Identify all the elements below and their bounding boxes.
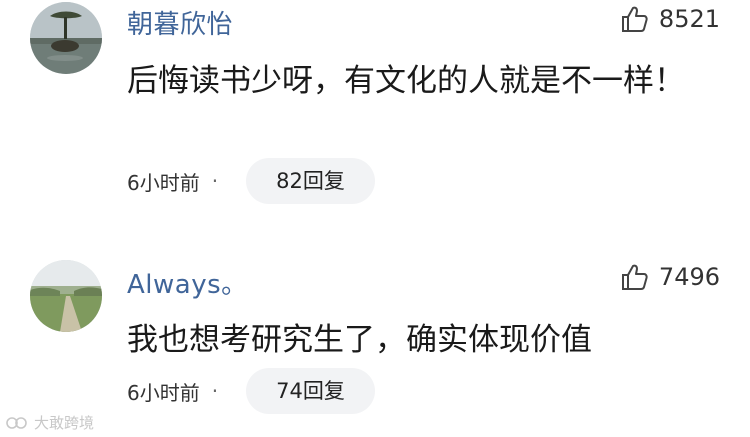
avatar-lake-tree-icon [30, 2, 102, 74]
watermark-text: 大敢跨境 [34, 414, 95, 432]
like-button[interactable]: 7496 [619, 262, 720, 292]
like-count: 8521 [658, 5, 720, 33]
thumbs-up-icon [621, 6, 648, 32]
comment-meta: 6小时前 · 74回复 [127, 368, 375, 414]
avatar[interactable] [30, 2, 102, 74]
like-count: 7496 [658, 263, 720, 291]
watermark: 大敢跨境 [6, 412, 94, 433]
comments-page: 朝暮欣怡 8521 后悔读书少呀，有文化的人就是不一样！ 6小时前 · 82回复 [0, 0, 750, 437]
comment-item: Always。 7496 我也想考研究生了，确实体现价值 6小时前 · 74回复 [0, 248, 750, 437]
avatar[interactable] [30, 260, 102, 332]
watermark-logo-icon [6, 416, 27, 429]
comment-meta: 6小时前 · 82回复 [127, 158, 375, 204]
timestamp: 6小时前 [127, 380, 200, 405]
separator-dot: · [211, 169, 219, 193]
username[interactable]: Always。 [127, 264, 248, 301]
comment-item: 朝暮欣怡 8521 后悔读书少呀，有文化的人就是不一样！ 6小时前 · 82回复 [0, 0, 750, 215]
thumbs-up-icon [621, 264, 648, 290]
comment-text: 后悔读书少呀，有文化的人就是不一样！ [127, 63, 685, 99]
reply-button[interactable]: 74回复 [246, 368, 375, 414]
username[interactable]: 朝暮欣怡 [127, 4, 233, 41]
avatar-field-road-icon [30, 260, 102, 332]
separator-dot: · [211, 379, 219, 403]
like-button[interactable]: 8521 [619, 4, 720, 34]
timestamp: 6小时前 [127, 170, 200, 195]
reply-button[interactable]: 82回复 [246, 158, 375, 204]
comment-text: 我也想考研究生了，确实体现价值 [127, 322, 592, 358]
